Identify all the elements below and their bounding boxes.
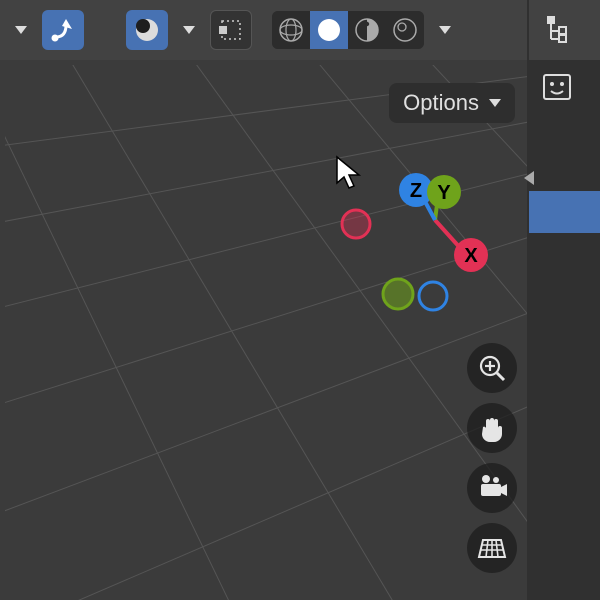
collapse-left-icon[interactable] — [524, 171, 534, 185]
pivot-dropdown-chevron[interactable] — [174, 10, 204, 50]
3d-viewport-canvas[interactable]: Options Z Y X — [5, 65, 527, 600]
shading-solid[interactable] — [310, 11, 348, 49]
3d-viewport[interactable]: Options Z Y X — [0, 60, 527, 600]
gizmo-neg-x-handle[interactable] — [342, 210, 370, 238]
outliner-selected-row[interactable] — [529, 191, 600, 233]
nav-pan-button[interactable] — [467, 403, 517, 453]
gizmo-y-label: Y — [437, 182, 451, 204]
nav-zoom-button[interactable] — [467, 343, 517, 393]
viewport-side-nav — [467, 343, 517, 573]
outliner-panel — [527, 0, 600, 600]
camera-icon — [476, 472, 508, 504]
viewport-options-dropdown[interactable]: Options — [389, 83, 515, 123]
gizmo-neg-z-handle[interactable] — [419, 282, 447, 310]
snap-button[interactable] — [210, 10, 252, 50]
outliner-header — [529, 0, 600, 60]
viewport-header — [0, 0, 527, 60]
view-layer-icon[interactable] — [543, 74, 571, 100]
chevron-down-icon — [439, 26, 451, 34]
viewport-shading-segmented — [272, 11, 424, 49]
shading-rendered[interactable] — [386, 11, 424, 49]
shading-dropdown-chevron[interactable] — [430, 10, 460, 50]
outliner-body[interactable] — [529, 60, 600, 600]
transform-orientation-dropdown[interactable] — [6, 10, 36, 50]
globe-icon — [277, 16, 305, 44]
shading-lookdev[interactable] — [348, 11, 386, 49]
mouse-cursor — [335, 155, 365, 191]
chevron-down-icon — [183, 26, 195, 34]
grid-overlay — [5, 65, 527, 600]
navigation-gizmo[interactable]: Z Y X — [340, 150, 510, 320]
gizmo-x-handle[interactable]: X — [454, 238, 488, 272]
sphere-lookdev-icon — [353, 16, 381, 44]
zoom-icon — [477, 353, 507, 383]
snap-icon — [216, 15, 246, 45]
gizmo-y-handle[interactable]: Y — [427, 175, 461, 209]
curve-tool-button[interactable] — [42, 10, 84, 50]
shading-wireframe[interactable] — [272, 11, 310, 49]
gizmo-neg-y-handle[interactable] — [383, 279, 413, 309]
nav-ortho-button[interactable] — [467, 523, 517, 573]
hand-icon — [476, 412, 508, 444]
curve-arrow-icon — [48, 15, 78, 45]
chevron-down-icon — [489, 99, 501, 107]
gizmo-z-label: Z — [410, 180, 422, 202]
options-label: Options — [403, 90, 479, 116]
perspective-grid-icon — [477, 533, 507, 563]
outliner-icon[interactable] — [544, 13, 578, 47]
pivot-icon — [132, 15, 162, 45]
sphere-flat-icon — [315, 16, 343, 44]
gizmo-x-label: X — [464, 245, 478, 267]
sphere-rendered-icon — [391, 16, 419, 44]
pivot-point-dropdown[interactable] — [126, 10, 168, 50]
chevron-down-icon — [15, 26, 27, 34]
nav-camera-button[interactable] — [467, 463, 517, 513]
